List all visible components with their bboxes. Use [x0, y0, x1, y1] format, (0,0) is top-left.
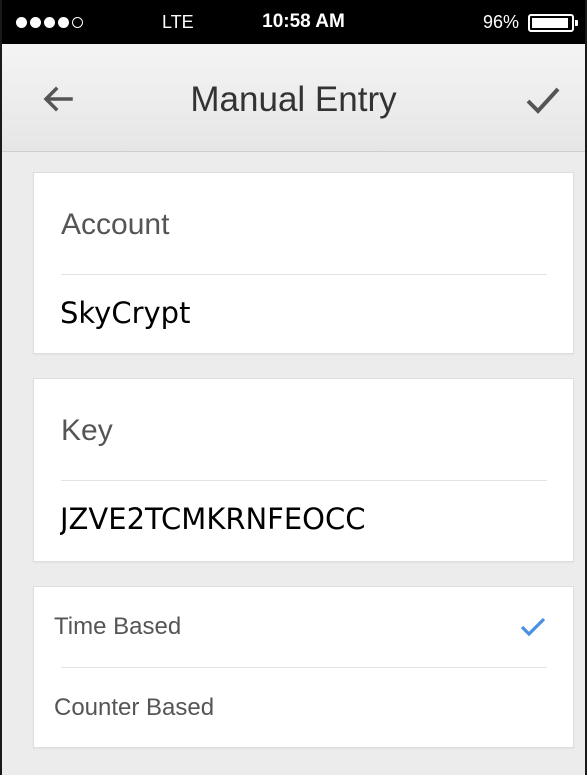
account-card: Account: [33, 172, 574, 354]
account-label: Account: [61, 208, 170, 241]
status-bar: LTE 10:58 AM 96%: [2, 0, 585, 44]
battery-icon: [528, 14, 578, 32]
otp-type-card: Time Based Counter Based: [33, 586, 574, 748]
page-title: Manual Entry: [190, 80, 397, 119]
key-input[interactable]: [56, 495, 546, 543]
option-label: Counter Based: [54, 694, 215, 721]
battery-percent: 96%: [482, 12, 519, 32]
confirm-button[interactable]: [521, 80, 565, 120]
battery-nub: [575, 20, 578, 26]
battery-fill: [532, 18, 569, 28]
key-label: Key: [61, 414, 113, 447]
checkmark-icon: [520, 617, 546, 637]
navigation-bar: Manual Entry: [2, 44, 585, 152]
phone-screen: LTE 10:58 AM 96% Manual Entry Account Ke…: [0, 0, 587, 775]
divider: [61, 274, 547, 275]
key-card: Key: [33, 378, 574, 562]
option-label: Time Based: [54, 613, 182, 640]
divider: [61, 480, 547, 481]
option-counter-based[interactable]: Counter Based: [34, 668, 573, 748]
checkmark-icon: [526, 87, 560, 114]
option-time-based[interactable]: Time Based: [34, 587, 573, 668]
account-input[interactable]: [56, 289, 546, 337]
